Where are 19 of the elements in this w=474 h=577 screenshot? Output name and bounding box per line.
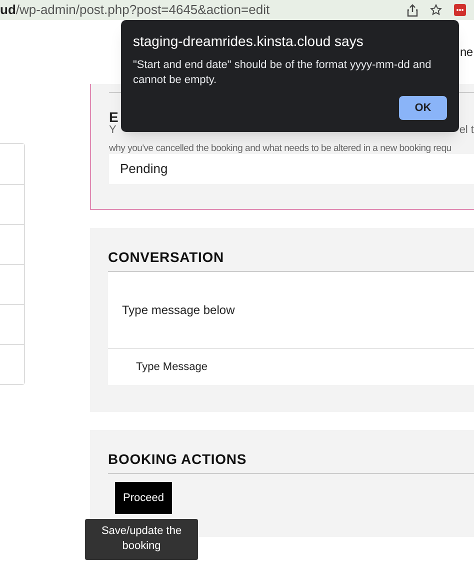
section-title: BOOKING ACTIONS (108, 450, 248, 468)
extension-icon[interactable] (454, 4, 466, 16)
share-icon[interactable] (407, 4, 418, 16)
message-area: Type message below (108, 272, 474, 348)
description-text: Y (109, 123, 116, 135)
section-title: CONVERSATION (108, 248, 225, 266)
description-text: el t (459, 123, 474, 135)
tooltip: Save/update the booking (85, 519, 198, 560)
ok-button[interactable]: OK (399, 96, 447, 120)
status-field[interactable]: Pending (109, 154, 474, 184)
section-heading: E (109, 109, 118, 125)
star-icon[interactable] (430, 4, 442, 16)
page-heading: ne (460, 44, 473, 61)
list-row[interactable] (0, 344, 24, 384)
description-text: why you've cancelled the booking and what needs to be altered in a new booking requ (109, 143, 452, 154)
message-input-field[interactable]: Type Message (108, 348, 474, 385)
dialog-message: "Start and end date" should be of the format yyyy-mm-dd and cannot be empty. (133, 58, 432, 88)
dialog-title: staging-dreamrides.kinsta.cloud says (133, 32, 364, 51)
proceed-button[interactable]: Proceed (115, 482, 172, 514)
